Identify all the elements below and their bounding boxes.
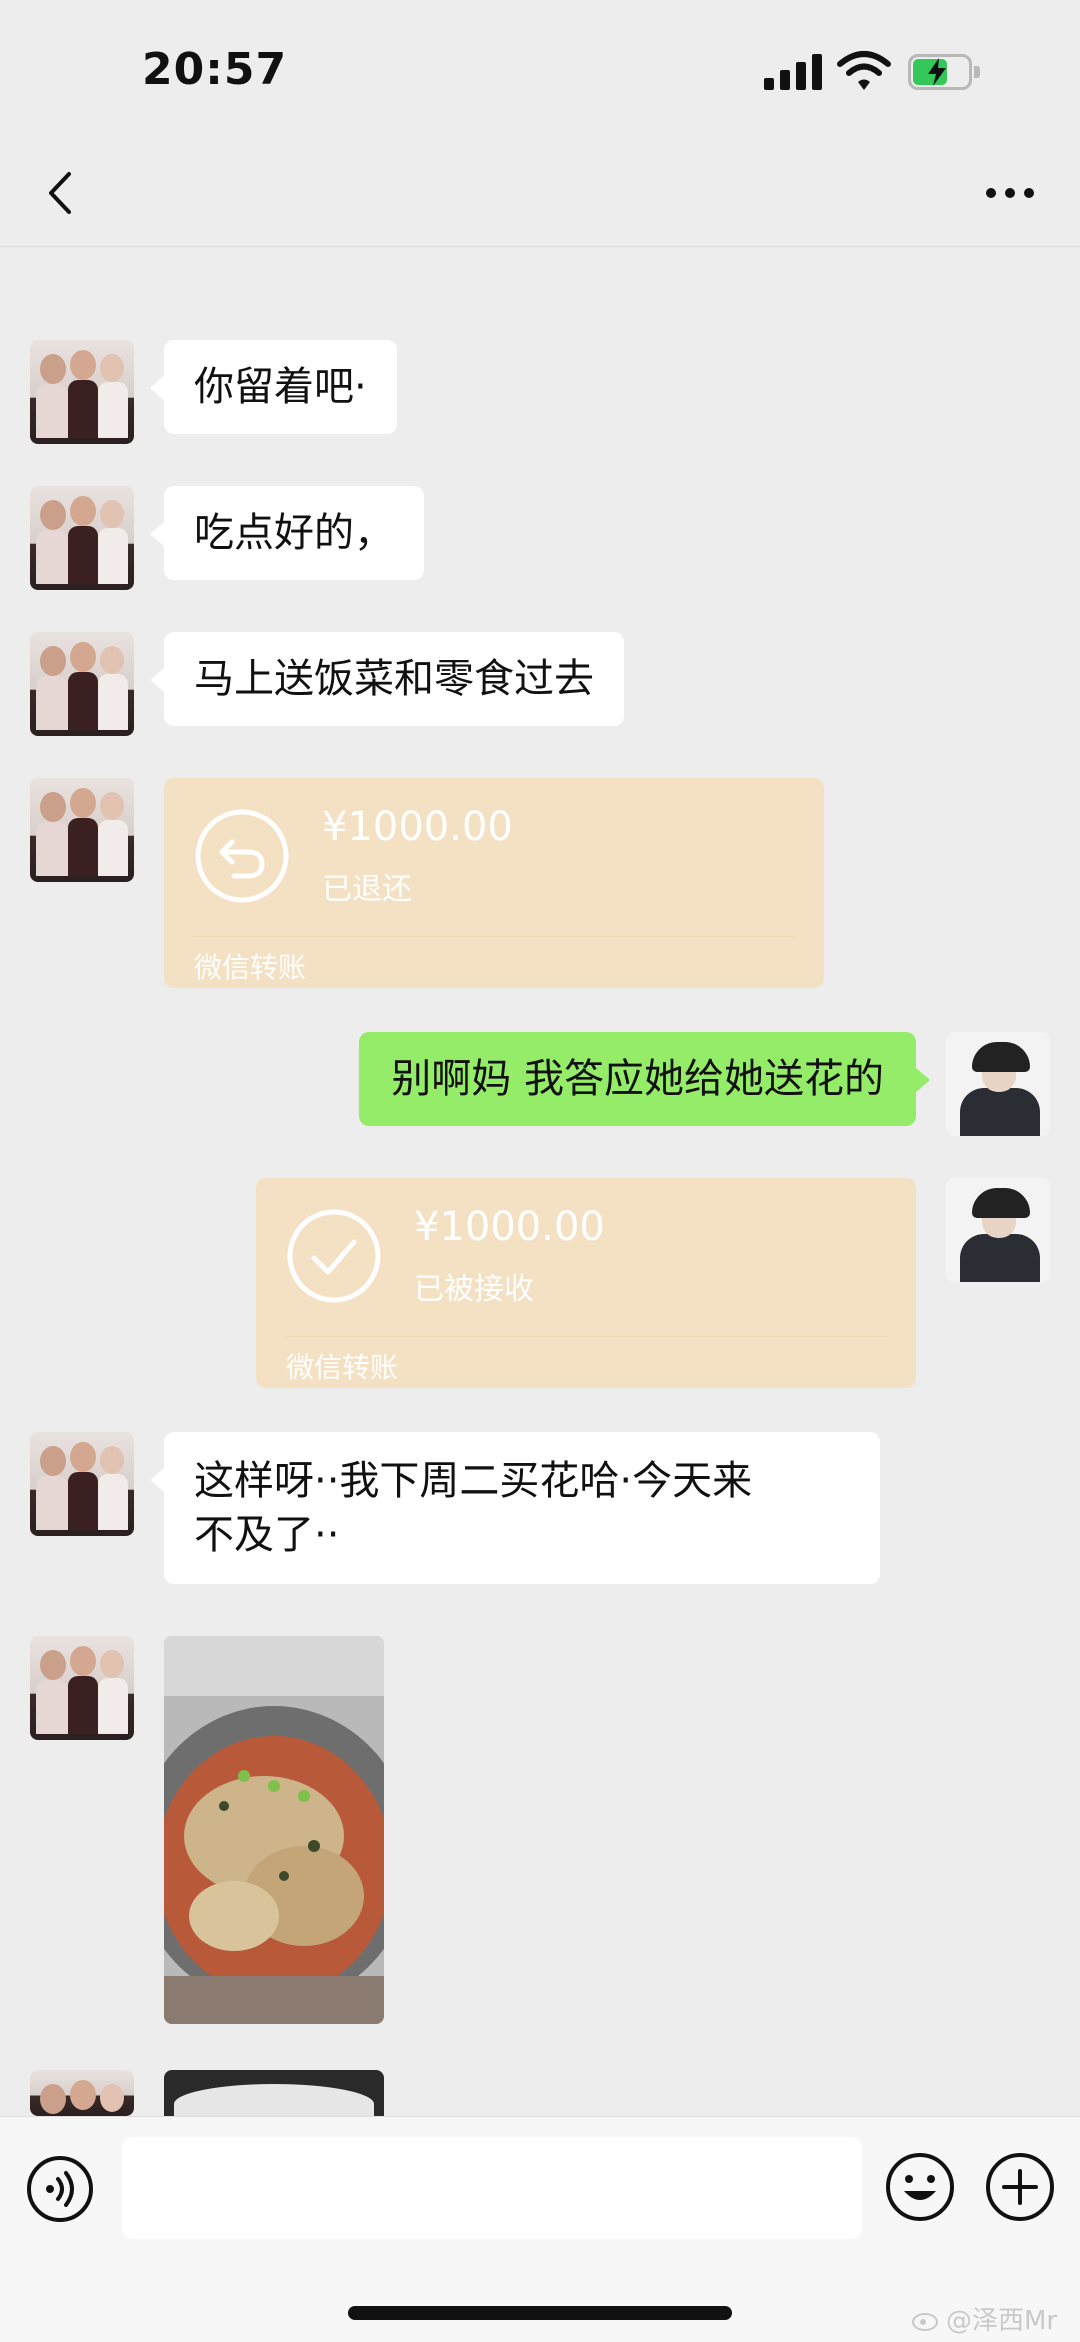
more-dots-icon [986,188,1034,198]
my-avatar[interactable] [946,1178,1050,1282]
weibo-logo-icon [912,2312,938,2331]
weibo-watermark: @泽西Mr [912,2300,1057,2337]
transfer-label: 微信转账 [286,1351,399,1384]
transfer-status: 已被接收 [414,1272,534,1307]
contact-avatar[interactable] [30,778,134,882]
bowl-rim [174,2084,374,2116]
message-bubble-in[interactable]: 你留着吧· [150,340,397,434]
return-arrow-icon [195,809,289,903]
contact-avatar[interactable] [30,340,134,444]
message-input[interactable] [122,2137,862,2239]
more-options-button[interactable] [970,160,1050,226]
transfer-amount: ¥1000.00 [322,804,513,850]
status-time: 20:57 [142,44,288,95]
wifi-icon [837,51,891,90]
message-bubble-in[interactable]: 马上送饭菜和零食过去 [150,632,624,726]
message-bubble-out[interactable]: 别啊妈 我答应她给她送花的 [359,1032,930,1126]
contact-avatar[interactable] [30,486,134,590]
food-photo-partial[interactable] [164,2070,384,2116]
my-avatar[interactable] [946,1032,1050,1136]
battery-charging-icon [908,54,984,90]
transfer-divider [192,936,796,937]
voice-icon[interactable] [26,2155,94,2223]
transfer-amount: ¥1000.00 [414,1204,605,1250]
message-bubble-in[interactable]: 这样呀··我下周二买花哈·今天来 不及了·· [150,1432,880,1584]
transfer-label: 微信转账 [194,951,307,984]
plus-icon[interactable] [984,2151,1056,2223]
message-bubble-in[interactable]: 吃点好的， [150,486,424,580]
back-button[interactable] [30,160,90,226]
chat-header [0,140,1080,247]
emoji-icon[interactable] [884,2151,956,2223]
transfer-card-accepted[interactable]: ¥1000.00 已被接收 微信转账 [256,1178,916,1388]
transfer-divider [284,1336,888,1337]
cellular-signal-icon [764,54,824,90]
status-bar: 20:57 [0,0,1080,140]
message-line: 不及了·· [194,1512,340,1558]
contact-avatar[interactable] [30,2070,134,2116]
transfer-status: 已退还 [322,872,412,907]
home-indicator[interactable] [348,2306,732,2320]
chevron-left-icon [49,172,71,214]
contact-avatar[interactable] [30,1636,134,1740]
check-icon [287,1209,381,1303]
food-photo[interactable] [164,1636,384,2024]
transfer-card-returned[interactable]: ¥1000.00 已退还 微信转账 [164,778,824,988]
contact-avatar[interactable] [30,1432,134,1536]
food-photo-graphic [164,1636,384,2024]
contact-avatar[interactable] [30,632,134,736]
watermark-text: @泽西Mr [946,2306,1058,2336]
message-line: 这样呀··我下周二买花哈·今天来 [194,1458,753,1504]
